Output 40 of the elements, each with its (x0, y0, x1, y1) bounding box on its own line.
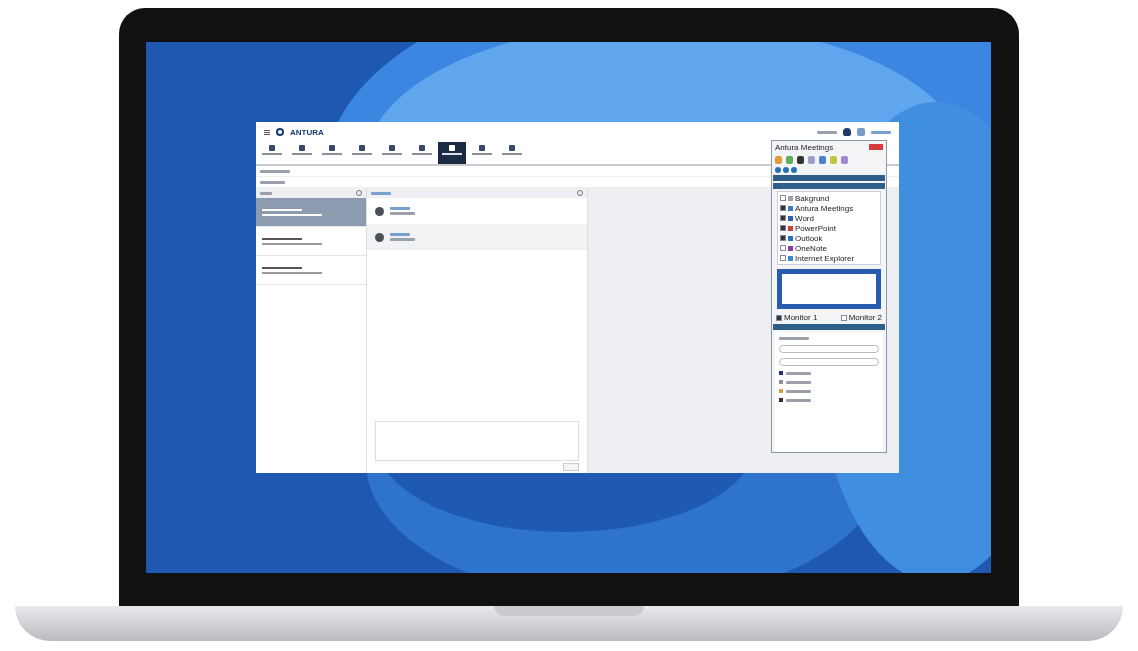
monitor-label: Monitor 1 (784, 313, 818, 322)
text-placeholder-line (260, 169, 290, 173)
logo-ring-icon (276, 128, 284, 136)
text-placeholder-line (786, 389, 811, 393)
app-label: Word (795, 213, 814, 223)
app-label: Bakgrund (795, 193, 830, 203)
message-input-field[interactable] (375, 421, 579, 461)
text-placeholder-line (371, 191, 391, 195)
checkbox[interactable] (780, 245, 786, 251)
text-placeholder-line (786, 380, 811, 384)
app-label: OneNote (795, 243, 828, 253)
circle-icon[interactable] (775, 167, 781, 173)
text-placeholder-line (786, 371, 811, 375)
app-label: Antura Meetings (795, 203, 854, 213)
app-label: Outlook (795, 233, 823, 243)
app-logo: ANTURA (290, 127, 324, 137)
avatar-icon (375, 206, 384, 216)
checkbox[interactable] (780, 205, 786, 211)
text-placeholder-line (260, 180, 285, 184)
checkbox[interactable] (840, 314, 847, 321)
checkbox[interactable] (780, 255, 786, 261)
text-placeholder-line (260, 191, 272, 195)
checkbox[interactable] (776, 314, 782, 321)
text-placeholder-line (786, 398, 811, 402)
text-placeholder-line (871, 130, 891, 134)
menu-icon[interactable] (264, 129, 270, 135)
app-label: Internet Explorer (795, 253, 855, 263)
panel-title: Antura Meetings (775, 142, 834, 152)
circle-icon[interactable] (783, 167, 789, 173)
text-placeholder-line (817, 130, 837, 134)
checkbox[interactable] (780, 215, 786, 221)
monitor-label: Monitor 2 (848, 313, 882, 322)
checkbox[interactable] (780, 225, 786, 231)
circle-icon[interactable] (791, 167, 797, 173)
checkbox[interactable] (780, 195, 786, 201)
avatar-icon (375, 232, 384, 242)
checkbox[interactable] (780, 235, 786, 241)
app-label: PowerPoint (795, 223, 836, 233)
toolbar-tab[interactable] (438, 142, 466, 164)
text-placeholder-line (779, 337, 809, 340)
